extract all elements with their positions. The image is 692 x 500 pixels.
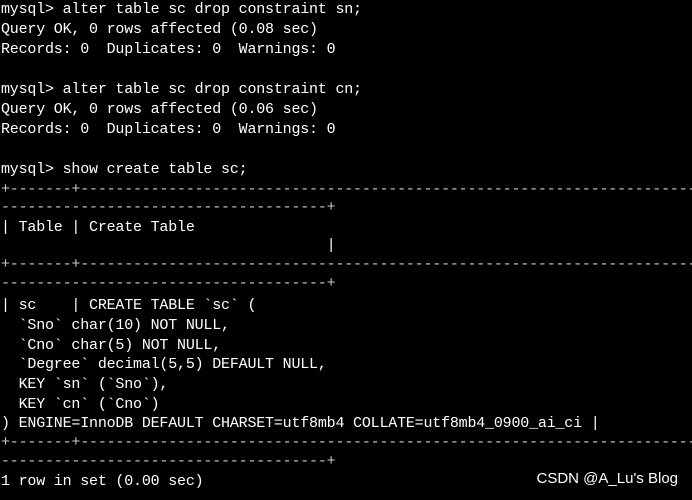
table-data-row-key-sn: KEY `sn` (`Sno`),	[1, 376, 169, 393]
table-data-row-cno: `Cno` char(5) NOT NULL,	[1, 337, 222, 354]
table-data-row-key-cn: KEY `cn` (`Cno`)	[1, 396, 160, 413]
table-border-bottom-wrap: -------------------------------------+	[1, 453, 336, 470]
table-border-top-wrap: -------------------------------------+	[1, 199, 336, 216]
table-header-row: | Table | Create Table	[1, 219, 195, 236]
terminal-line-row-count: 1 row in set (0.00 sec)	[1, 473, 204, 490]
table-border-bottom: +-------+-------------------------------…	[1, 434, 692, 451]
table-data-row-degree: `Degree` decimal(5,5) DEFAULT NULL,	[1, 356, 327, 373]
csdn-watermark: CSDN @A_Lu's Blog	[536, 470, 678, 487]
terminal-line-query-ok-1: Query OK, 0 rows affected (0.08 sec)	[1, 21, 318, 38]
terminal-line-records-2: Records: 0 Duplicates: 0 Warnings: 0	[1, 121, 336, 138]
table-header-row-wrap: |	[1, 237, 336, 254]
table-data-row-sno: `Sno` char(10) NOT NULL,	[1, 317, 230, 334]
table-border-top: +-------+-------------------------------…	[1, 181, 692, 198]
terminal-line-prompt-show-create: mysql> show create table sc;	[1, 161, 248, 178]
terminal-line-query-ok-2: Query OK, 0 rows affected (0.06 sec)	[1, 101, 318, 118]
terminal-window[interactable]: mysql> alter table sc drop constraint sn…	[0, 0, 692, 500]
terminal-line-prompt-drop-cn: mysql> alter table sc drop constraint cn…	[1, 81, 362, 98]
table-data-row-create: | sc | CREATE TABLE `sc` (	[1, 297, 257, 314]
terminal-line-records-1: Records: 0 Duplicates: 0 Warnings: 0	[1, 41, 336, 58]
table-border-mid-wrap: -------------------------------------+	[1, 275, 336, 292]
terminal-line-prompt-drop-sn: mysql> alter table sc drop constraint sn…	[1, 1, 362, 18]
table-data-row-engine: ) ENGINE=InnoDB DEFAULT CHARSET=utf8mb4 …	[1, 415, 600, 432]
table-border-mid: +-------+-------------------------------…	[1, 256, 692, 273]
